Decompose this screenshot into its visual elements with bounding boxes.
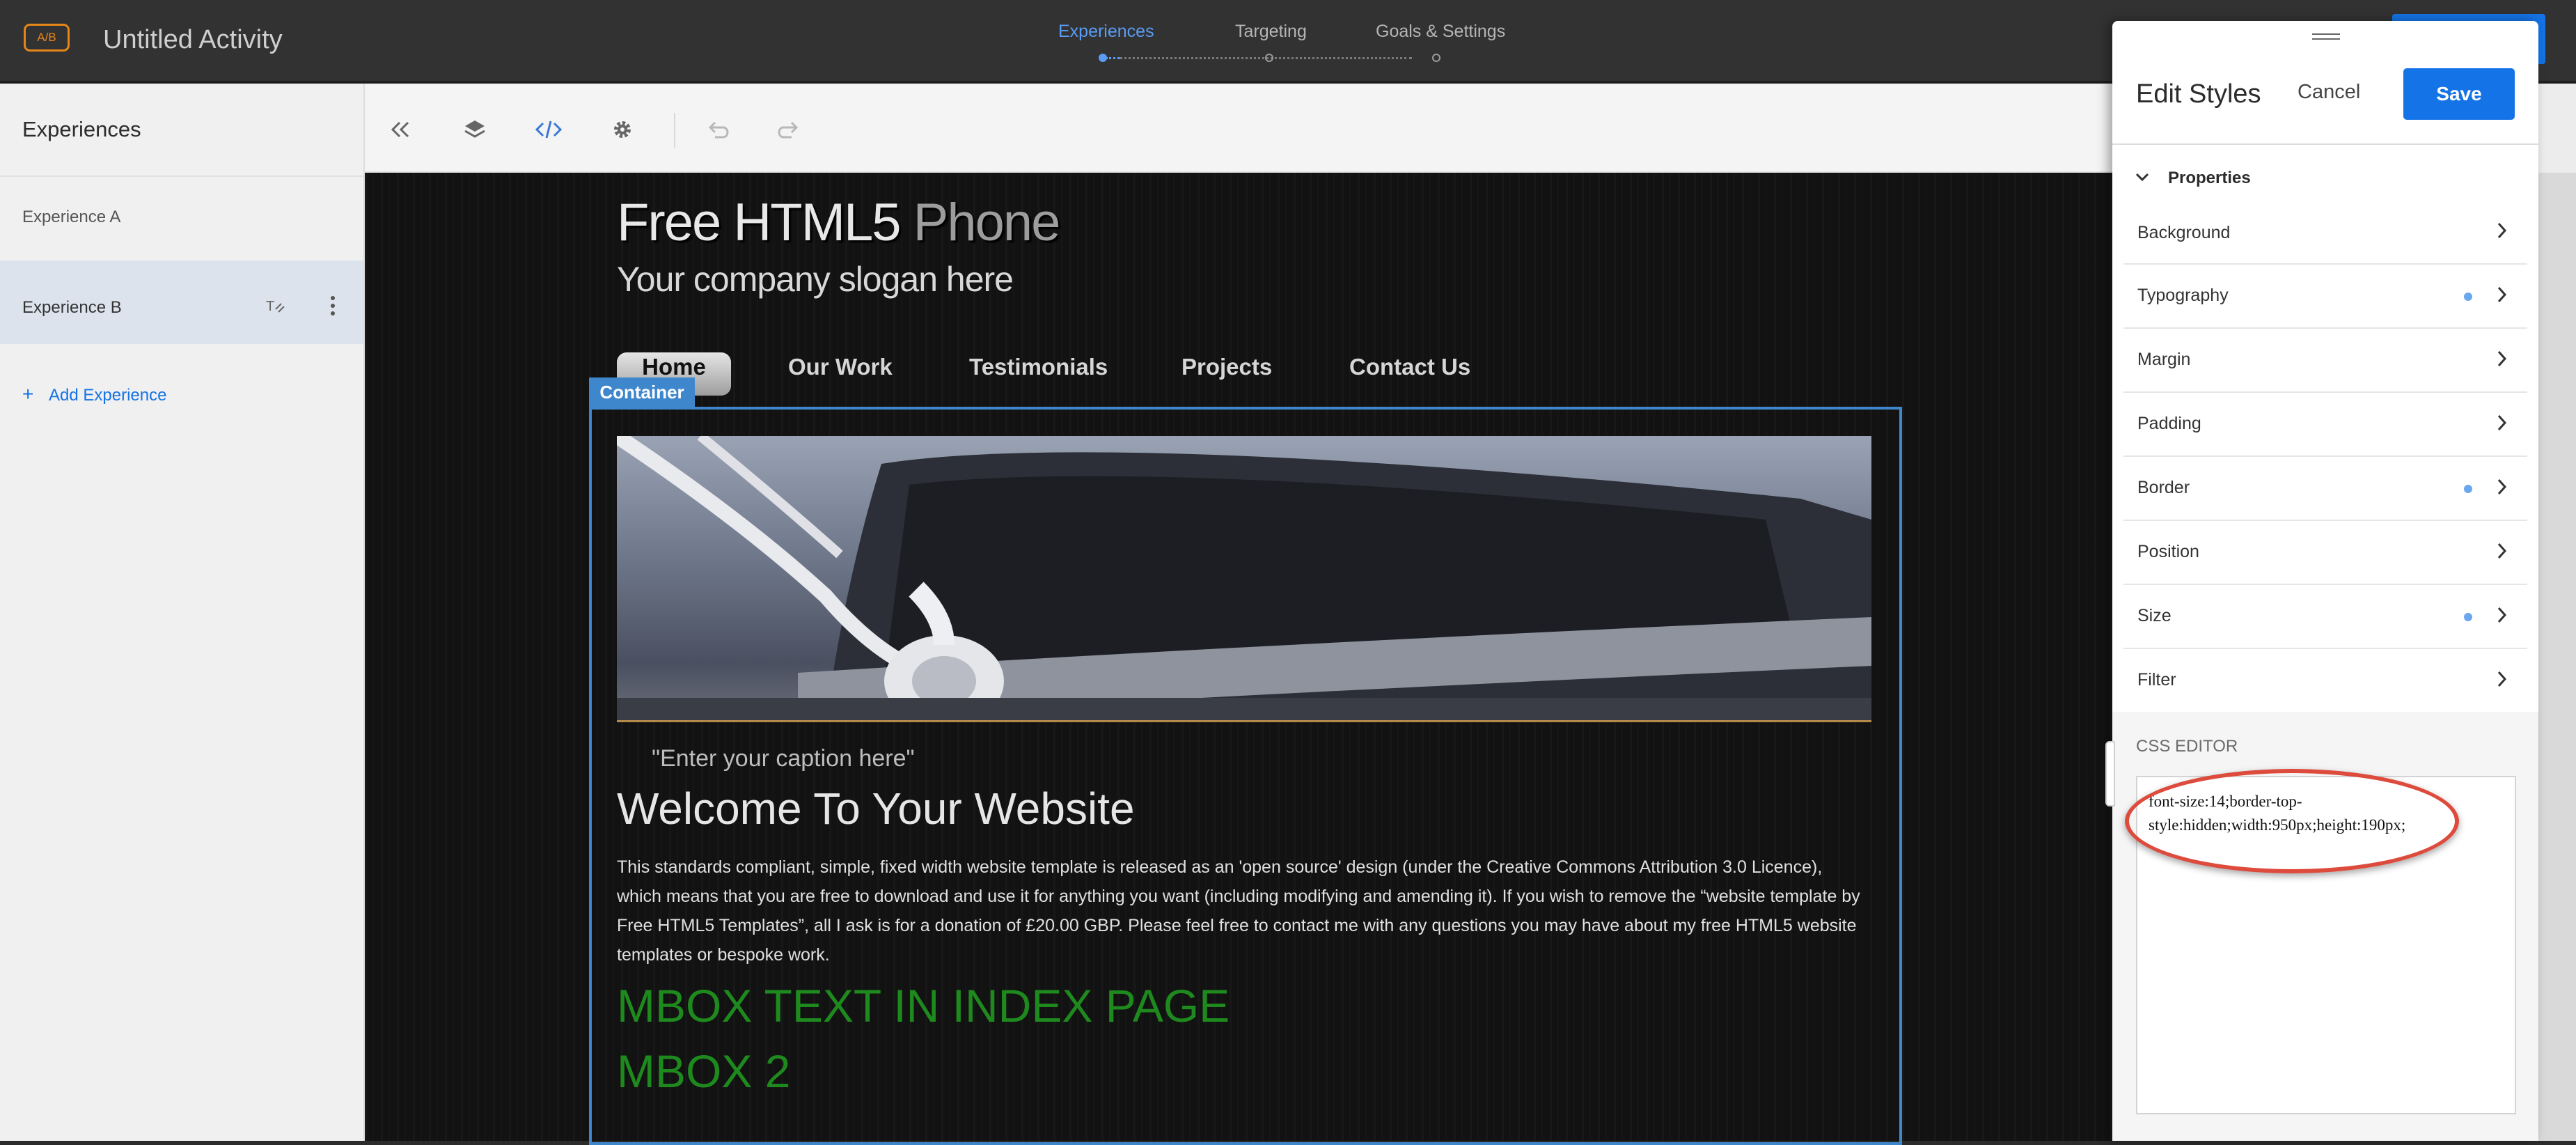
cancel-button[interactable]: Cancel	[2298, 81, 2360, 104]
nav-our-work[interactable]: Our Work	[788, 354, 893, 380]
mbox-text-2[interactable]: MBOX 2	[617, 1045, 790, 1098]
modified-indicator-dot	[2464, 613, 2472, 621]
step-goals-dot	[1432, 54, 1440, 62]
chevron-right-icon	[2497, 350, 2508, 371]
drag-handle-icon[interactable]	[2312, 32, 2340, 42]
property-row-filter[interactable]	[2123, 649, 2527, 713]
code-icon[interactable]	[529, 111, 568, 148]
properties-heading[interactable]: Properties	[2168, 169, 2251, 188]
save-button[interactable]: Save	[2403, 68, 2515, 120]
settings-icon[interactable]	[603, 111, 642, 148]
chevron-right-icon	[2497, 414, 2508, 435]
add-experience-plus-icon[interactable]: +	[22, 383, 33, 405]
property-label-position: Position	[2137, 542, 2199, 561]
site-title-main: Free HTML5	[617, 193, 902, 252]
svg-text:T: T	[266, 299, 274, 314]
chevron-right-icon	[2497, 670, 2508, 692]
panel-title: Edit Styles	[2136, 79, 2261, 109]
mbox-text-index[interactable]: MBOX TEXT IN INDEX PAGE	[617, 979, 1230, 1032]
experiences-heading: Experiences	[22, 117, 141, 141]
panel-resize-handle[interactable]	[2105, 741, 2115, 807]
right-edge-strip	[2538, 173, 2576, 1141]
intro-paragraph[interactable]: This standards compliant, simple, fixed …	[617, 852, 1870, 969]
step-experiences-dot	[1099, 54, 1107, 62]
chevron-right-icon	[2497, 478, 2508, 499]
property-label-typography: Typography	[2137, 286, 2229, 305]
annotation-highlight-circle	[2125, 769, 2459, 873]
step-targeting[interactable]: Targeting	[1235, 22, 1307, 42]
property-label-border: Border	[2137, 478, 2190, 497]
property-label-filter: Filter	[2137, 670, 2176, 690]
nav-testimonials[interactable]: Testimonials	[969, 354, 1108, 380]
panel-divider	[2112, 143, 2538, 145]
property-label-size: Size	[2137, 606, 2171, 625]
welcome-heading[interactable]: Welcome To Your Website	[617, 783, 1135, 834]
property-label-padding: Padding	[2137, 414, 2201, 433]
chevron-down-icon[interactable]	[2135, 171, 2150, 186]
undo-icon[interactable]	[698, 111, 737, 148]
step-goals-settings[interactable]: Goals & Settings	[1376, 22, 1505, 42]
site-slogan[interactable]: Your company slogan here	[617, 259, 1014, 299]
banner-image[interactable]	[617, 436, 1871, 722]
banner-caption[interactable]: "Enter your caption here"	[652, 745, 915, 772]
modified-indicator-dot	[2464, 293, 2472, 301]
experience-b-label: Experience B	[22, 298, 122, 317]
toolbar-divider	[674, 113, 675, 148]
property-label-background: Background	[2137, 223, 2231, 242]
nav-home[interactable]: Home	[617, 354, 731, 380]
redo-icon[interactable]	[770, 111, 809, 148]
chevron-right-icon	[2497, 542, 2508, 563]
step-progress-track	[1106, 57, 1120, 59]
experience-a-label: Experience A	[22, 208, 121, 226]
ab-activity-badge: A/B	[24, 24, 70, 52]
chevron-right-icon	[2497, 606, 2508, 628]
site-title[interactable]: Free HTML5 Phone	[617, 192, 1061, 253]
add-experience-link[interactable]: Add Experience	[49, 386, 166, 405]
chevron-right-icon	[2497, 286, 2508, 307]
nav-projects[interactable]: Projects	[1181, 354, 1272, 380]
step-targeting-dot	[1265, 54, 1273, 62]
modified-indicator-dot	[2464, 485, 2472, 493]
chevron-right-icon	[2497, 221, 2508, 243]
rename-text-icon[interactable]: T	[265, 295, 288, 320]
property-label-margin: Margin	[2137, 350, 2191, 369]
step-experiences[interactable]: Experiences	[1058, 22, 1154, 42]
activity-title[interactable]: Untitled Activity	[103, 25, 283, 55]
container-tag[interactable]: Container	[589, 377, 695, 407]
more-options-icon[interactable]	[327, 294, 338, 321]
nav-contact-us[interactable]: Contact Us	[1349, 354, 1470, 380]
css-editor-heading: CSS EDITOR	[2136, 737, 2238, 756]
layers-icon[interactable]	[455, 111, 494, 148]
collapse-left-icon[interactable]	[382, 111, 421, 148]
site-title-accent: Phone	[913, 193, 1061, 252]
